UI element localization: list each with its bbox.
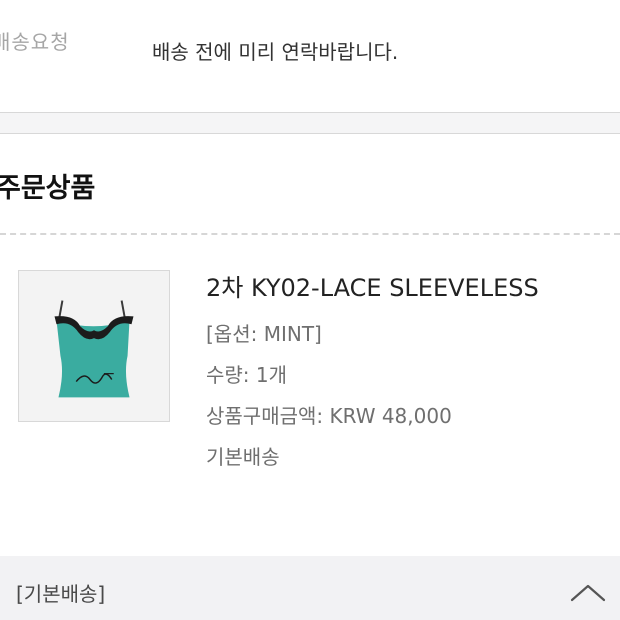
dashed-divider [0,233,620,235]
shipping-group-label: [기본배송] [16,582,106,606]
order-detail-page: 배송요청 배송 전에 미리 연락바랍니다. 주문상품 2차 KY02-LACE … [0,0,620,620]
product-option: [옵션: MINT] [206,322,322,346]
delivery-request-label: 배송요청 [0,30,70,54]
shipping-group-bar[interactable]: [기본배송] [0,556,620,620]
product-shipping-type: 기본배송 [206,445,280,469]
product-quantity: 수량: 1개 [206,363,288,387]
product-price: 상품구매금액: KRW 48,000 [206,404,452,428]
chevron-up-icon[interactable] [566,578,610,608]
delivery-request-value: 배송 전에 미리 연락바랍니다. [152,40,399,64]
product-image[interactable] [18,270,170,422]
section-separator [0,112,620,134]
section-title-order-items: 주문상품 [0,173,96,204]
product-name[interactable]: 2차 KY02-LACE SLEEVELESS [206,268,539,303]
sleeveless-top-icon [19,271,169,421]
